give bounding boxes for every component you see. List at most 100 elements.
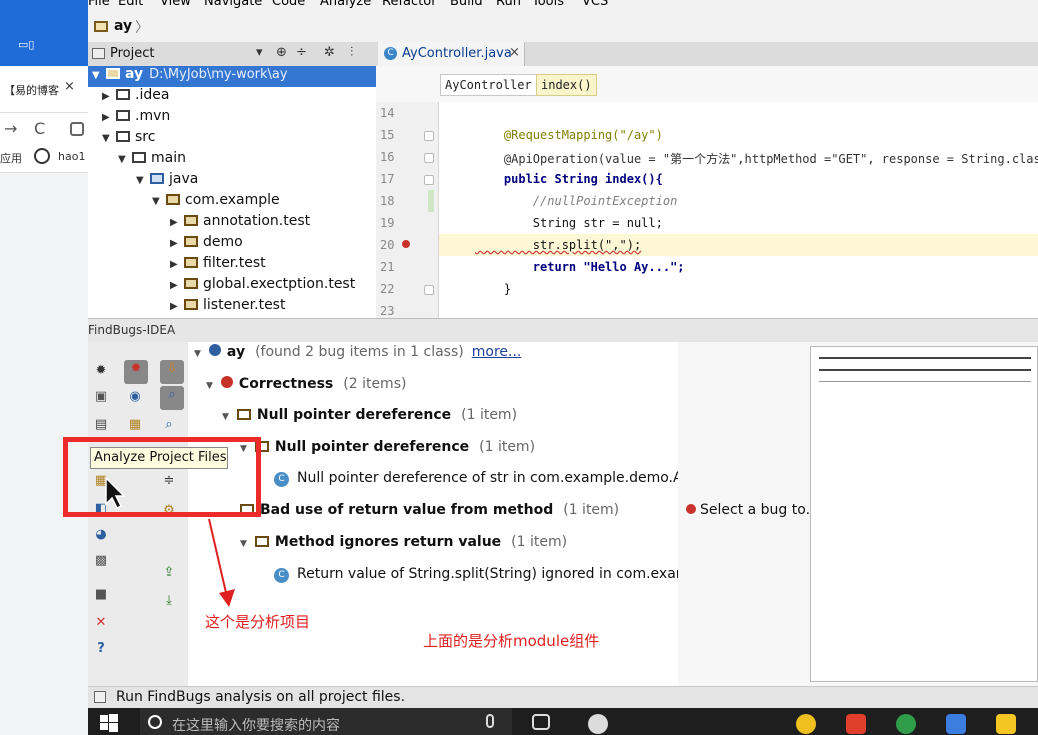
analyze-package-icon[interactable]: ◉ bbox=[126, 388, 144, 406]
tree-node-listener-test[interactable]: ▶ listener.test bbox=[170, 297, 285, 318]
app-g-icon[interactable] bbox=[846, 714, 866, 734]
bug-icon[interactable]: ✹ bbox=[92, 362, 110, 380]
tree-node-java[interactable]: ▼ java bbox=[136, 171, 198, 192]
expand-arrow-icon[interactable]: ▼ bbox=[152, 196, 166, 207]
taskbar-search[interactable]: 在这里输入你要搜索的内容 bbox=[140, 708, 512, 735]
menu-run[interactable]: Run bbox=[496, 0, 521, 9]
settings-icon[interactable]: ▩ bbox=[92, 552, 110, 570]
collapsed-arrow-icon[interactable]: ▶ bbox=[170, 217, 184, 228]
search-icon[interactable]: ⌕ bbox=[160, 386, 184, 410]
reload-icon[interactable]: C bbox=[34, 119, 45, 138]
bug-type-row[interactable]: ▼ Method ignores return value (1 item) bbox=[240, 534, 567, 550]
hao-bookmark[interactable]: hao1 bbox=[58, 150, 85, 163]
gear-icon[interactable]: ✲ bbox=[324, 45, 335, 60]
expand-arrow-icon[interactable]: ▼ bbox=[118, 154, 132, 165]
fold-icon[interactable] bbox=[424, 131, 434, 141]
more-link[interactable]: more... bbox=[472, 344, 522, 360]
tree-node-demo[interactable]: ▶ demo bbox=[170, 234, 243, 255]
breadcrumb-method[interactable]: index() bbox=[536, 74, 597, 96]
tree-node-mvn[interactable]: ▶ .mvn bbox=[102, 108, 170, 129]
download-icon[interactable]: ⤓ bbox=[160, 592, 178, 610]
export-icon[interactable]: ⇩ bbox=[160, 360, 184, 384]
code-editor[interactable]: @RequestMapping("/ay") @ApiOperation(val… bbox=[439, 102, 1038, 318]
bug-instance-row[interactable]: C Return value of String.split(String) ig… bbox=[274, 566, 678, 583]
analyze-file-icon[interactable]: ✹ bbox=[124, 360, 148, 384]
expand-arrow-icon[interactable]: ▼ bbox=[92, 70, 106, 81]
editor-tab-aycontroller[interactable]: C AyController.java × bbox=[378, 42, 525, 66]
bug-instance-row[interactable]: C Null pointer dereference of str in com.… bbox=[274, 470, 678, 487]
notes-icon[interactable] bbox=[946, 714, 966, 734]
menu-vcs[interactable]: VCS bbox=[582, 0, 608, 9]
tree-node-label: com.example bbox=[185, 192, 280, 208]
tree-node-com-example[interactable]: ▼ com.example bbox=[152, 192, 280, 213]
collapsed-arrow-icon[interactable]: ▶ bbox=[170, 238, 184, 249]
app-icon[interactable] bbox=[588, 714, 608, 734]
tree-node-src[interactable]: ▼ src bbox=[102, 129, 155, 150]
expand-arrow-icon[interactable]: ▼ bbox=[194, 349, 201, 359]
tree-node-label: listener.test bbox=[203, 297, 286, 313]
help-icon[interactable]: ? bbox=[92, 640, 110, 658]
menu-code[interactable]: Code bbox=[272, 0, 305, 9]
import-icon[interactable]: ⇪ bbox=[160, 564, 178, 582]
tree-node-ay[interactable]: ▼ ay D:\MyJob\my-work\ay bbox=[88, 66, 376, 87]
menu-analyze[interactable]: Analyze bbox=[320, 0, 371, 9]
expand-arrow-icon[interactable]: ▼ bbox=[102, 133, 116, 144]
menu-view[interactable]: View bbox=[160, 0, 191, 9]
bug-marker-icon[interactable] bbox=[402, 240, 410, 248]
browser-tab-title: 【易的博客 bbox=[4, 84, 59, 97]
breadcrumb-class[interactable]: AyController bbox=[440, 74, 537, 96]
tree-node-main[interactable]: ▼ main bbox=[118, 150, 186, 171]
zoom-icon[interactable]: ⌕ bbox=[160, 416, 178, 434]
bug-group-row[interactable]: ▼ Null pointer dereference (1 item) bbox=[222, 407, 517, 423]
analyze-scope-icon[interactable]: ▦ bbox=[126, 416, 144, 434]
apps-bookmark[interactable]: 应用 bbox=[0, 150, 22, 166]
collapsed-arrow-icon[interactable]: ▶ bbox=[102, 91, 116, 102]
forward-icon[interactable]: → bbox=[4, 119, 17, 138]
nav-breadcrumb-root[interactable]: ay bbox=[114, 18, 132, 34]
scroll-from-source-icon[interactable]: ⊕ bbox=[276, 45, 287, 60]
menu-file[interactable]: File bbox=[88, 0, 110, 9]
folder-icon bbox=[132, 152, 146, 163]
tree-node-filter-test[interactable]: ▶ filter.test bbox=[170, 255, 266, 276]
analyze-module-icon[interactable]: ▤ bbox=[92, 416, 110, 434]
menu-navigate[interactable]: Navigate bbox=[204, 0, 262, 9]
chrome-icon[interactable] bbox=[896, 714, 916, 734]
tool-window-toggle-icon[interactable] bbox=[94, 691, 106, 703]
tree-node-idea[interactable]: ▶ .idea bbox=[102, 87, 169, 108]
collapse-all-icon[interactable]: ÷ bbox=[296, 45, 307, 60]
expand-arrow-icon[interactable]: ▼ bbox=[206, 381, 213, 391]
collapsed-arrow-icon[interactable]: ▶ bbox=[170, 280, 184, 291]
hide-panel-icon[interactable]: ⫶ bbox=[350, 45, 353, 60]
fold-icon[interactable] bbox=[424, 285, 434, 295]
menu-edit[interactable]: Edit bbox=[118, 0, 143, 9]
tree-node-global-exception-test[interactable]: ▶ global.exectption.test bbox=[170, 276, 355, 297]
bug-group-row[interactable]: Bad use of return value from method (1 it… bbox=[240, 502, 619, 518]
expand-arrow-icon[interactable]: ▼ bbox=[136, 175, 150, 186]
stop-icon[interactable]: ■ bbox=[92, 586, 110, 604]
close-icon[interactable]: ✕ bbox=[92, 614, 110, 632]
analyze-class-icon[interactable]: ▣ bbox=[92, 388, 110, 406]
collapsed-arrow-icon[interactable]: ▶ bbox=[170, 301, 184, 312]
project-panel-title[interactable]: Project bbox=[110, 46, 154, 61]
sticky-notes-icon[interactable] bbox=[996, 714, 1016, 734]
view-mode-dropdown-icon[interactable]: ▾ bbox=[256, 45, 263, 60]
windows-start-icon[interactable] bbox=[100, 714, 118, 732]
collapsed-arrow-icon[interactable]: ▶ bbox=[170, 259, 184, 270]
microphone-icon[interactable] bbox=[486, 714, 494, 728]
close-tab-icon[interactable]: × bbox=[64, 79, 75, 94]
tree-node-annotation-test[interactable]: ▶ annotation.test bbox=[170, 213, 310, 234]
bug-category-row[interactable]: ▼ Correctness (2 items) bbox=[206, 376, 406, 392]
analyze-scope-icon[interactable]: ◕ bbox=[92, 526, 110, 544]
results-root[interactable]: ▼ ay (found 2 bug items in 1 class) more... bbox=[194, 344, 521, 360]
collapsed-arrow-icon[interactable]: ▶ bbox=[102, 112, 116, 123]
task-view-icon[interactable] bbox=[532, 714, 550, 730]
close-tab-icon[interactable]: × bbox=[509, 45, 520, 60]
expand-arrow-icon[interactable]: ▼ bbox=[222, 412, 229, 422]
menu-refactor[interactable]: Refactor bbox=[382, 0, 437, 9]
bug-type-row[interactable]: ▼ Null pointer dereference (1 item) bbox=[240, 439, 535, 455]
fold-icon[interactable] bbox=[424, 153, 434, 163]
menu-build[interactable]: Build bbox=[450, 0, 483, 9]
qq-icon[interactable] bbox=[796, 714, 816, 734]
menu-tools[interactable]: Tools bbox=[532, 0, 564, 9]
fold-icon[interactable] bbox=[424, 175, 434, 185]
